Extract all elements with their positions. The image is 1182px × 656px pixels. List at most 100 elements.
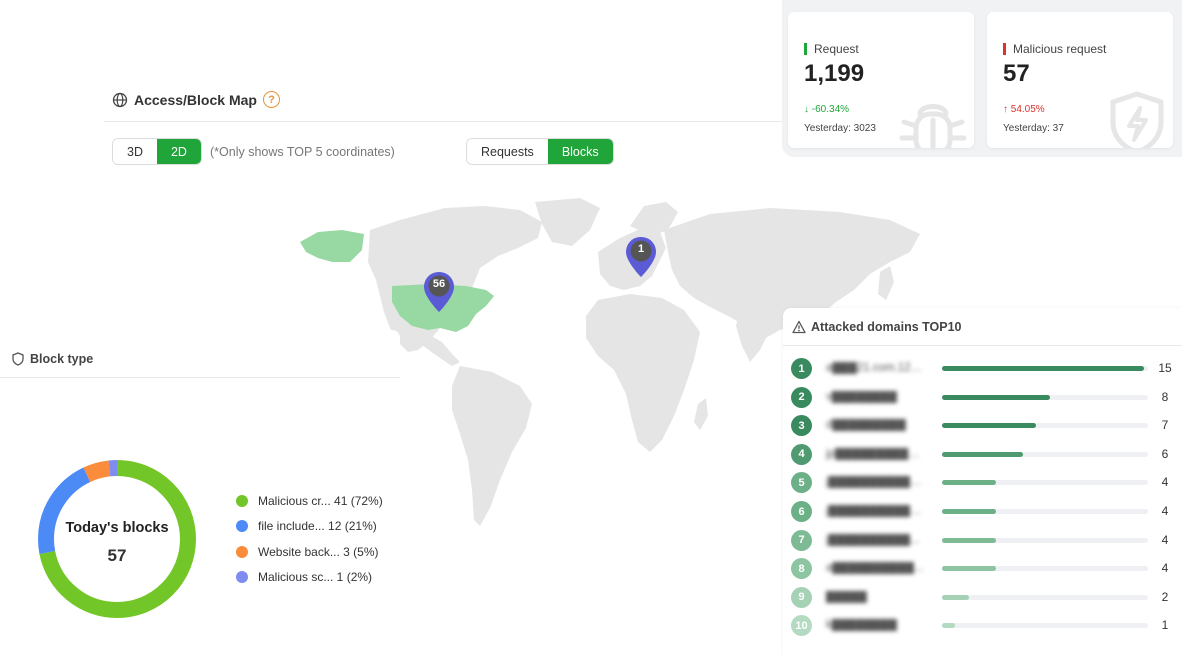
shield-icon: [12, 351, 24, 366]
map-greenland[interactable]: [535, 198, 600, 246]
block-type-title: Block type: [30, 351, 94, 366]
shield-bolt-icon: [1110, 91, 1164, 148]
domain-rank-badge: 8: [791, 558, 812, 580]
domain-name[interactable]: █████: [826, 591, 924, 603]
attacked-domains-title: Attacked domains TOP10: [811, 319, 962, 334]
request-change: ↓ -60.34%: [804, 104, 850, 115]
domain-row[interactable]: 8 a██████████... 4: [783, 558, 1182, 580]
domain-bar-fill: [942, 451, 1023, 457]
pin-count-usa: 56: [432, 278, 446, 290]
pin-count-europe: 1: [637, 243, 645, 255]
map-title: Access/Block Map: [134, 91, 257, 108]
malicious-bar: [1003, 43, 1006, 55]
domain-bar-track: [942, 566, 1148, 572]
mode-toggle: Requests Blocks: [466, 138, 614, 165]
domain-rank-badge: 6: [791, 501, 812, 522]
legend-dot: [236, 494, 248, 507]
request-value: 1,199: [804, 60, 865, 87]
domain-name[interactable]: jp████████████...: [826, 448, 924, 460]
toggle-blocks[interactable]: Blocks: [547, 139, 613, 164]
domain-bar-fill: [942, 509, 996, 514]
legend-item[interactable]: Malicious sc... 1 (2%): [236, 565, 383, 591]
domain-count: 4: [1161, 475, 1169, 490]
map-africa[interactable]: [586, 294, 700, 452]
domain-bar-track: [942, 537, 1148, 543]
malicious-label-text: Malicious request: [1013, 42, 1107, 56]
domain-count: 4: [1161, 561, 1169, 576]
domain-row[interactable]: 10 k████████ 1: [783, 615, 1182, 637]
legend-label: file include... 12 (21%): [258, 519, 377, 534]
map-pin-icon: [626, 237, 656, 277]
domain-rank-badge: 10: [791, 615, 812, 637]
domain-name[interactable]: v████████: [826, 391, 924, 403]
domain-row[interactable]: 7 j██████████... 4: [783, 529, 1182, 552]
domain-bar-track: [942, 366, 1148, 371]
attacked-domains-panel: Attacked domains TOP10 1 a███21.com.123. 1…: [783, 308, 1182, 656]
map-pin-europe[interactable]: 1: [624, 235, 658, 279]
domain-count: 15: [1158, 361, 1172, 375]
toggle-requests[interactable]: Requests: [467, 139, 548, 164]
donut-center-value: 57: [107, 546, 127, 565]
domain-row[interactable]: 2 v████████ 8: [783, 386, 1182, 409]
toggle-3d[interactable]: 3D: [113, 139, 157, 164]
legend-item[interactable]: Website back... 3 (5%): [236, 539, 383, 565]
domain-name[interactable]: j██████████...: [826, 534, 924, 546]
legend-item[interactable]: Malicious cr... 41 (72%): [236, 488, 383, 514]
domain-rank-badge: 3: [791, 415, 812, 437]
domain-name[interactable]: j███████████...: [826, 476, 924, 488]
domain-bar-track: [942, 423, 1148, 429]
domain-bar-track: [942, 594, 1148, 600]
map-pin-usa[interactable]: 56: [422, 270, 456, 314]
domain-count: 4: [1161, 532, 1169, 547]
request-card[interactable]: Request 1,199 ↓ -60.34% Yesterday: 3023: [788, 12, 974, 148]
domain-bar-track: [942, 394, 1148, 400]
domain-name[interactable]: j████████████...: [826, 505, 924, 517]
legend-item[interactable]: file include... 12 (21%): [236, 514, 383, 540]
domain-name[interactable]: k████████: [826, 619, 924, 631]
bug-icon: [899, 104, 967, 148]
domain-row[interactable]: 1 a███21.com.123.1... 15: [783, 358, 1182, 380]
help-icon[interactable]: ?: [262, 91, 280, 108]
request-bar: [804, 43, 807, 55]
legend-label: Malicious cr... 41 (72%): [258, 493, 383, 508]
dimension-toggle: 3D 2D: [112, 138, 202, 165]
domain-bar-fill: [942, 594, 969, 600]
domain-name[interactable]: a███21.com.123.1...: [826, 362, 924, 374]
map-pin-icon: [424, 272, 454, 312]
domain-rank-badge: 4: [791, 443, 812, 465]
map-japan[interactable]: [878, 266, 894, 300]
domain-name[interactable]: a██████████...: [826, 562, 924, 574]
domain-count: 1: [1161, 618, 1169, 633]
domain-count: 2: [1161, 589, 1169, 604]
malicious-card[interactable]: Malicious request 57 ↑ 54.05% Yesterday:…: [987, 12, 1173, 148]
map-madagascar[interactable]: [694, 398, 708, 430]
domain-rank-badge: 1: [791, 358, 812, 379]
request-label-text: Request: [814, 42, 859, 56]
domain-bar-fill: [942, 423, 1037, 429]
malicious-yesterday: Yesterday: 37: [1003, 123, 1064, 134]
legend-dot: [236, 571, 248, 584]
map-south-america[interactable]: [452, 366, 532, 526]
domain-bar-track: [942, 480, 1148, 486]
domain-row[interactable]: 9 █████ 2: [783, 586, 1182, 609]
block-type-panel: Block type Today's blocks 57 Malicious c…: [0, 330, 400, 656]
map-note: (*Only shows TOP 5 coordinates): [210, 145, 395, 159]
domain-count: 8: [1161, 389, 1169, 404]
domain-bar-track: [942, 623, 1148, 629]
globe-icon: [112, 92, 128, 107]
domain-rank-badge: 5: [791, 472, 812, 494]
toggle-2d[interactable]: 2D: [156, 139, 201, 164]
domain-row[interactable]: 6 j████████████... 4: [783, 501, 1182, 523]
domain-count: 7: [1161, 418, 1169, 433]
domain-row[interactable]: 3 d█████████ 7: [783, 415, 1182, 437]
domain-bar-track: [942, 509, 1148, 514]
block-type-donut[interactable]: [32, 454, 202, 624]
domain-name[interactable]: d█████████: [826, 419, 924, 431]
malicious-change: ↑ 54.05%: [1003, 104, 1045, 115]
domain-row[interactable]: 4 jp████████████... 6: [783, 443, 1182, 466]
domain-row[interactable]: 5 j███████████... 4: [783, 472, 1182, 494]
map-india[interactable]: [736, 310, 770, 362]
map-alaska[interactable]: [300, 230, 364, 262]
domain-bar-fill: [942, 366, 1144, 371]
legend-dot: [236, 545, 248, 558]
